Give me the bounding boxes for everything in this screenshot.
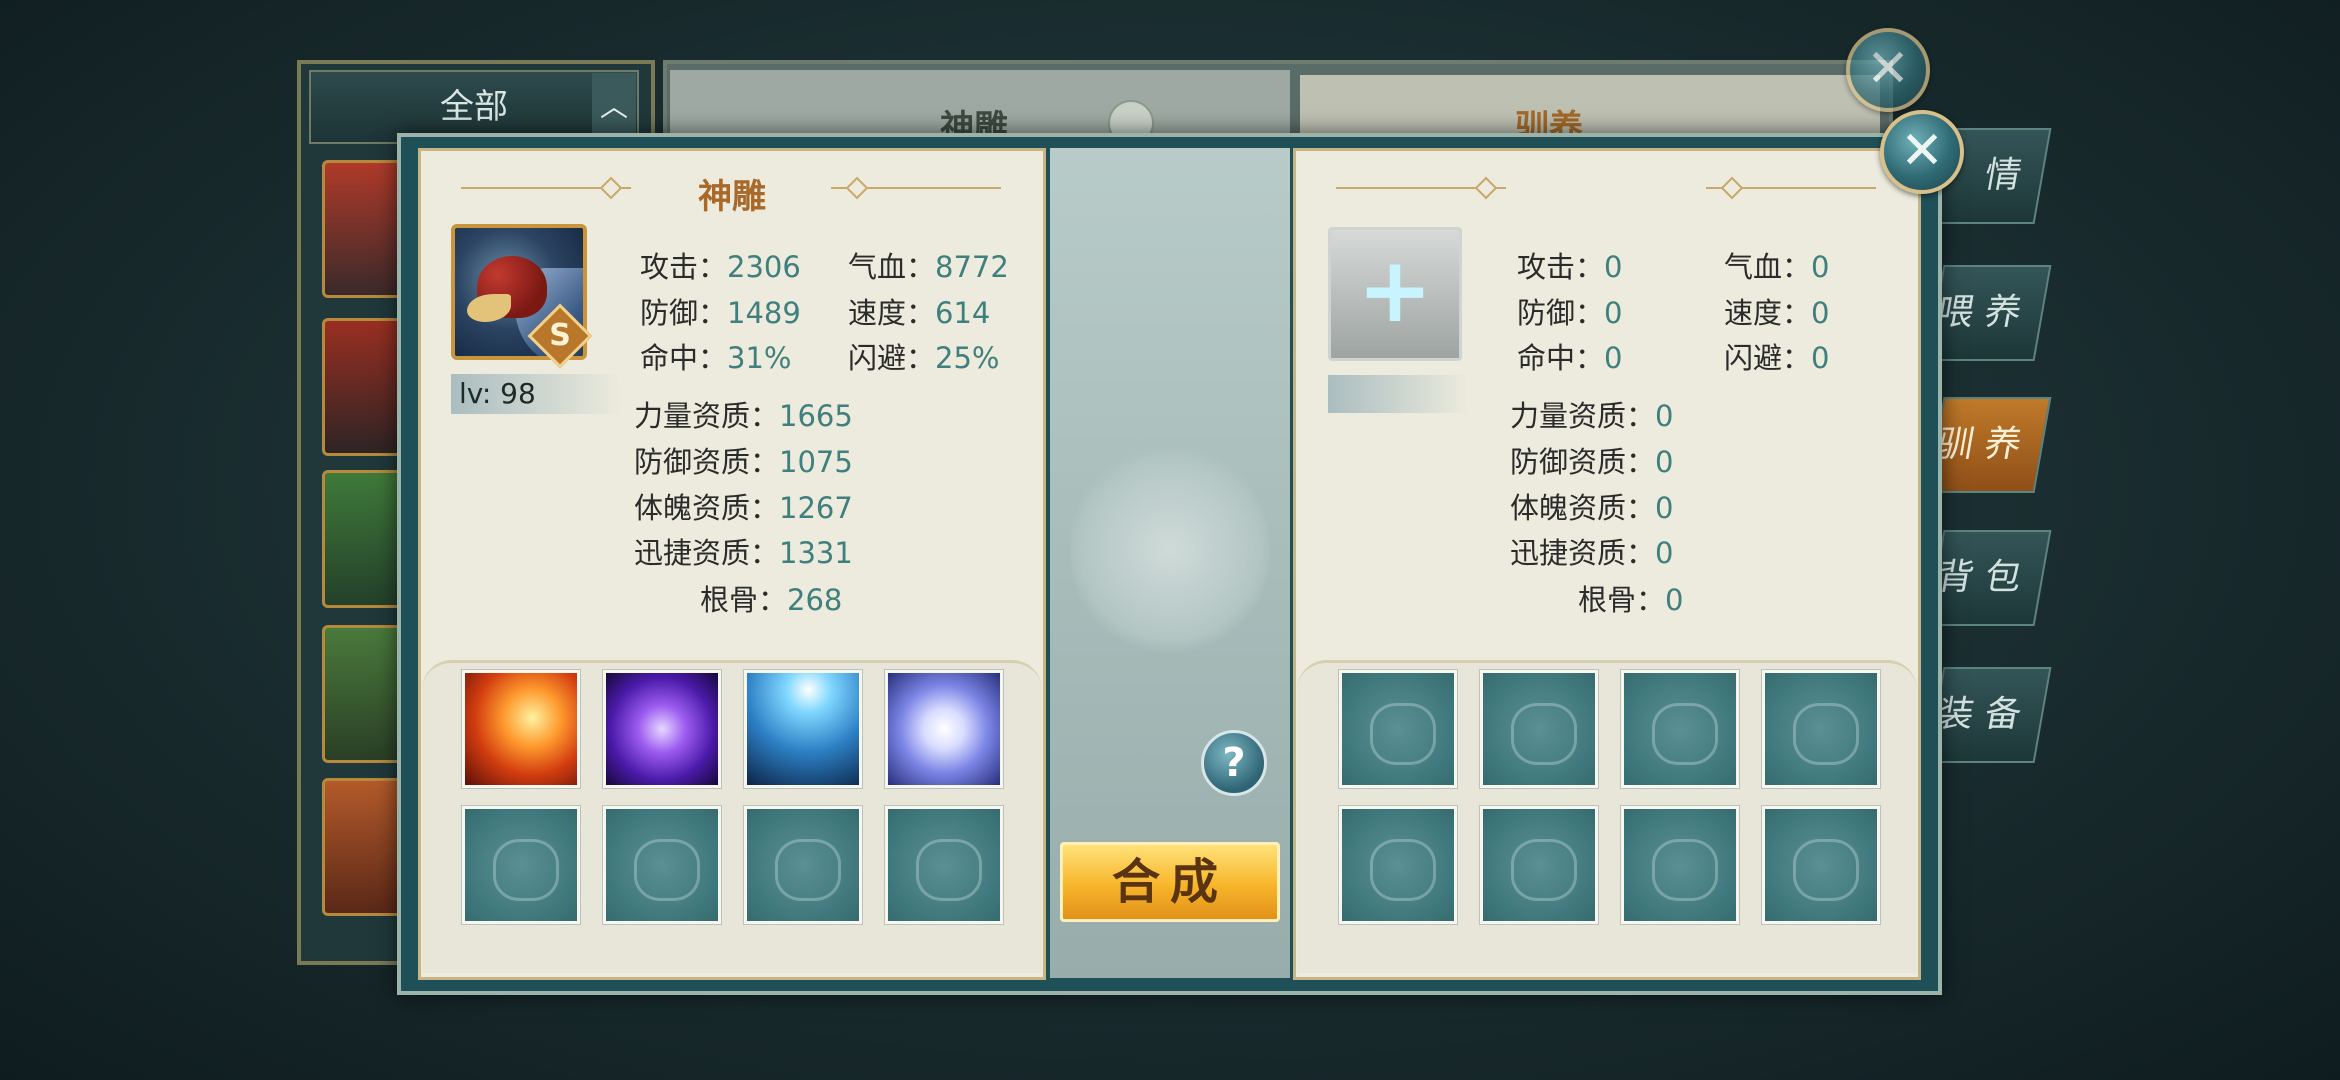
title-ornament [1720, 176, 1744, 200]
beast-emblem-icon [1511, 839, 1577, 901]
close-button[interactable]: ✕ [1880, 110, 1964, 194]
aptitude-strength: 力量资质：0 [1510, 399, 1674, 433]
aptitude-physique: 体魄资质：0 [1510, 491, 1674, 525]
tab-equip[interactable]: 装 备 [1926, 667, 2052, 763]
empty-skill-slot[interactable] [1620, 805, 1740, 925]
aptitude-agility: 迅捷资质：0 [1510, 536, 1674, 570]
stat-speed: 速度：0 [1724, 296, 1830, 330]
stat-attack: 攻击：0 [1517, 250, 1623, 284]
fire-phoenix-skill-icon[interactable] [461, 669, 581, 789]
pet-level: lv: 98 [451, 374, 621, 414]
beast-emblem-icon [916, 839, 982, 901]
empty-skill-slot[interactable] [1620, 669, 1740, 789]
grade-letter: S [549, 318, 571, 353]
stat-hp: 气血：0 [1724, 250, 1830, 284]
title-ornament [1474, 176, 1498, 200]
stat-dodge: 闪避：25% [848, 341, 1000, 375]
aptitude-root-bone: 根骨：0 [1578, 583, 1684, 617]
stat-accuracy: 命中：0 [1517, 341, 1623, 375]
filter-label: 全部 [440, 87, 508, 127]
aptitude-defense: 防御资质：1075 [634, 445, 853, 479]
beast-emblem-icon [634, 839, 700, 901]
empty-skill-slot[interactable] [1338, 669, 1458, 789]
stat-dodge: 闪避：0 [1724, 341, 1830, 375]
aptitude-strength: 力量资质：1665 [634, 399, 853, 433]
beast-emblem-icon [1370, 703, 1436, 765]
plus-icon: + [1357, 238, 1433, 343]
empty-skill-slot[interactable] [461, 805, 581, 925]
beast-emblem-icon [1652, 839, 1718, 901]
aptitude-root-bone: 根骨：268 [700, 583, 843, 617]
spirit-orb-skill-icon[interactable] [884, 669, 1004, 789]
beast-emblem-icon [1652, 703, 1718, 765]
close-icon: ✕ [1866, 39, 1910, 99]
chevron-up-icon[interactable]: ︿ [592, 73, 636, 141]
empty-skill-slot[interactable] [743, 805, 863, 925]
empty-skill-slot[interactable] [1338, 805, 1458, 925]
empty-skill-slot[interactable] [1761, 805, 1881, 925]
close-icon: ✕ [1900, 121, 1944, 181]
dragon-emblem-icon [1070, 440, 1270, 660]
compose-button[interactable]: 合成 [1060, 842, 1280, 922]
beast-emblem-icon [1511, 703, 1577, 765]
beast-emblem-icon [1793, 703, 1859, 765]
empty-skill-slot[interactable] [1479, 805, 1599, 925]
tab-train[interactable]: 驯 养 [1926, 397, 2052, 493]
aptitude-agility: 迅捷资质：1331 [634, 536, 853, 570]
empty-skill-slot[interactable] [602, 805, 722, 925]
aptitude-physique: 体魄资质：1267 [634, 491, 853, 525]
stat-speed: 速度：614 [848, 296, 991, 330]
help-button[interactable]: ? [1201, 730, 1267, 796]
stat-attack: 攻击：2306 [640, 250, 801, 284]
stat-defense: 防御：0 [1517, 296, 1623, 330]
tab-feed[interactable]: 喂 养 [1926, 265, 2052, 361]
purple-vortex-skill-icon[interactable] [602, 669, 722, 789]
question-icon: ? [1222, 740, 1246, 786]
empty-skill-slot[interactable] [1761, 669, 1881, 789]
lightning-skill-icon[interactable] [743, 669, 863, 789]
empty-skill-slot[interactable] [884, 805, 1004, 925]
background-close-button[interactable]: ✕ [1846, 28, 1930, 112]
empty-skill-slot[interactable] [1479, 669, 1599, 789]
stat-hp: 气血：8772 [848, 250, 1009, 284]
beast-emblem-icon [775, 839, 841, 901]
aptitude-defense: 防御资质：0 [1510, 445, 1674, 479]
tab-bag[interactable]: 背 包 [1926, 530, 2052, 626]
stat-accuracy: 命中：31% [640, 341, 792, 375]
add-pet-button[interactable]: + [1328, 227, 1462, 361]
beast-emblem-icon [1370, 839, 1436, 901]
empty-level-bar [1328, 375, 1468, 413]
beast-emblem-icon [493, 839, 559, 901]
stat-defense: 防御：1489 [640, 296, 801, 330]
left-panel-title: 神雕 [698, 177, 766, 217]
beast-emblem-icon [1793, 839, 1859, 901]
